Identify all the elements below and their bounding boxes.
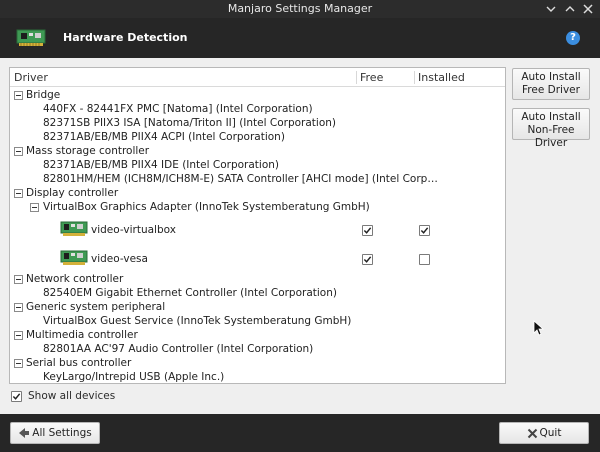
minimize-button[interactable]	[543, 1, 559, 17]
column-header-installed[interactable]: Installed	[418, 71, 465, 84]
auto-install-free-label-2: Free Driver	[522, 84, 580, 96]
chevron-up-icon	[565, 6, 575, 12]
tree-category[interactable]: Bridge	[10, 89, 505, 103]
collapse-minus-icon[interactable]	[14, 91, 23, 100]
collapse-minus-icon[interactable]	[14, 331, 23, 340]
device-label: KeyLargo/Intrepid USB (Apple Inc.)	[43, 371, 225, 383]
device-label: 82801HM/HEM (ICH8M/ICH8M-E) SATA Control…	[43, 173, 438, 185]
show-all-label: Show all devices	[28, 390, 116, 402]
tree-device[interactable]: 82801HM/HEM (ICH8M/ICH8M-E) SATA Control…	[10, 173, 505, 187]
auto-install-nonfree-label-1: Auto Install	[521, 111, 581, 123]
tree-device[interactable]: KeyLargo/Intrepid USB (Apple Inc.)	[10, 371, 505, 383]
footer-bar: All Settings Quit	[0, 414, 600, 452]
video-card-icon	[60, 221, 88, 241]
mouse-cursor	[533, 320, 545, 339]
window-titlebar: Manjaro Settings Manager	[0, 0, 600, 18]
close-icon	[583, 4, 593, 14]
free-checkbox[interactable]	[362, 225, 373, 236]
tree-device[interactable]: 82371SB PIIX3 ISA [Natoma/Triton II] (In…	[10, 117, 505, 131]
close-icon	[527, 428, 538, 439]
all-settings-label: All Settings	[32, 427, 92, 439]
back-arrow-icon	[18, 427, 30, 439]
category-label: Bridge	[26, 89, 61, 101]
device-label: 82371SB PIIX3 ISA [Natoma/Triton II] (In…	[43, 117, 337, 129]
show-all-checkbox[interactable]	[11, 391, 22, 402]
video-card-icon	[60, 250, 88, 270]
device-label: 440FX - 82441FX PMC [Natoma] (Intel Corp…	[43, 103, 313, 115]
category-label: Mass storage controller	[26, 145, 150, 157]
device-label: 82371AB/EB/MB PIIX4 ACPI (Intel Corporat…	[43, 131, 285, 143]
page-title: Hardware Detection	[63, 31, 188, 44]
tree-category[interactable]: Display controller	[10, 187, 505, 201]
quit-label: Quit	[539, 427, 562, 439]
category-label: Multimedia controller	[26, 329, 138, 341]
checkmark-icon	[12, 393, 21, 400]
hardware-card-icon	[16, 28, 46, 51]
checkmark-icon	[363, 256, 372, 263]
collapse-minus-icon[interactable]	[14, 275, 23, 284]
tree-header: Driver Free Installed	[10, 68, 505, 87]
all-settings-button[interactable]: All Settings	[10, 422, 100, 444]
collapse-minus-icon[interactable]	[30, 203, 39, 212]
auto-install-free-button[interactable]: Auto Install Free Driver	[512, 68, 590, 100]
category-label: Network controller	[26, 273, 124, 285]
collapse-minus-icon[interactable]	[14, 359, 23, 368]
auto-install-nonfree-label-2: Non-Free Driver	[527, 124, 575, 149]
driver-tree[interactable]: Driver Free Installed Bridge 440FX - 8244…	[9, 67, 506, 384]
tree-category[interactable]: Generic system peripheral	[10, 301, 505, 315]
driver-row[interactable]: video-vesa	[10, 246, 505, 272]
driver-row[interactable]: video-virtualbox	[10, 217, 505, 243]
tree-category[interactable]: Network controller	[10, 273, 505, 287]
page-header: Hardware Detection ?	[0, 18, 600, 58]
tree-device[interactable]: 82371AB/EB/MB PIIX4 ACPI (Intel Corporat…	[10, 131, 505, 145]
free-checkbox[interactable]	[362, 254, 373, 265]
category-label: Serial bus controller	[26, 357, 132, 369]
close-window-button[interactable]	[580, 1, 596, 17]
collapse-minus-icon[interactable]	[14, 303, 23, 312]
category-label: Display controller	[26, 187, 119, 199]
tree-device[interactable]: VirtualBox Guest Service (InnoTek System…	[10, 315, 505, 329]
tree-device-expandable[interactable]: VirtualBox Graphics Adapter (InnoTek Sys…	[10, 201, 505, 215]
device-label: 82801AA AC'97 Audio Controller (Intel Co…	[43, 343, 314, 355]
tree-category[interactable]: Mass storage controller	[10, 145, 505, 159]
installed-checkbox[interactable]	[419, 254, 430, 265]
installed-checkbox[interactable]	[419, 225, 430, 236]
tree-device[interactable]: 440FX - 82441FX PMC [Natoma] (Intel Corp…	[10, 103, 505, 117]
driver-name: video-vesa	[91, 253, 148, 265]
tree-category[interactable]: Multimedia controller	[10, 329, 505, 343]
driver-name: video-virtualbox	[91, 224, 176, 236]
device-label: 82371AB/EB/MB PIIX4 IDE (Intel Corporati…	[43, 159, 279, 171]
checkmark-icon	[420, 227, 429, 234]
column-header-driver[interactable]: Driver	[14, 71, 48, 84]
collapse-minus-icon[interactable]	[14, 189, 23, 198]
device-label: VirtualBox Guest Service (InnoTek System…	[43, 315, 352, 327]
maximize-button[interactable]	[562, 1, 578, 17]
collapse-minus-icon[interactable]	[14, 147, 23, 156]
device-label: 82540EM Gigabit Ethernet Controller (Int…	[43, 287, 337, 299]
category-label: Generic system peripheral	[26, 301, 166, 313]
checkmark-icon	[363, 227, 372, 234]
tree-device[interactable]: 82371AB/EB/MB PIIX4 IDE (Intel Corporati…	[10, 159, 505, 173]
chevron-down-icon	[546, 6, 556, 12]
tree-category[interactable]: Serial bus controller	[10, 357, 505, 371]
device-label: VirtualBox Graphics Adapter (InnoTek Sys…	[43, 201, 370, 213]
tree-device[interactable]: 82540EM Gigabit Ethernet Controller (Int…	[10, 287, 505, 301]
auto-install-free-label-1: Auto Install	[521, 71, 581, 83]
quit-button[interactable]: Quit	[499, 422, 589, 444]
auto-install-nonfree-button[interactable]: Auto Install Non-Free Driver	[512, 108, 590, 149]
tree-device[interactable]: 82801AA AC'97 Audio Controller (Intel Co…	[10, 343, 505, 357]
help-icon[interactable]: ?	[566, 31, 580, 45]
window-title: Manjaro Settings Manager	[227, 2, 373, 15]
column-header-free[interactable]: Free	[360, 71, 383, 84]
